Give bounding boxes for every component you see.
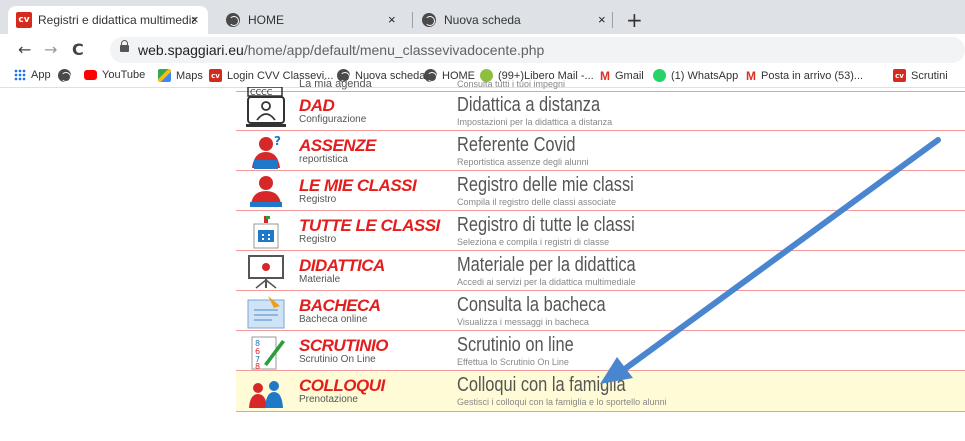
page-content: CCCC La mia agenda Consulta tutti i tuoi…	[0, 78, 965, 441]
menu-subtitle: La mia agenda	[299, 78, 372, 90]
menu-row-assenze[interactable]: ? ASSENZE reportistica Referente Covid R…	[236, 132, 965, 171]
maps-icon	[158, 69, 171, 82]
cvv-icon: cv	[209, 69, 222, 82]
bookmark-label: App	[31, 69, 51, 81]
menu-title: LE MIE CLASSI	[299, 176, 417, 195]
bookmark-label: Maps	[176, 69, 203, 82]
cvv-favicon-icon: cv	[16, 12, 32, 28]
apps-grid-icon	[14, 69, 26, 81]
menu-heading: Scrutinio on line	[457, 334, 574, 356]
bookmark-youtube[interactable]: YouTube	[84, 69, 145, 81]
reload-button[interactable]: C	[72, 40, 84, 59]
new-tab-button[interactable]: +	[626, 8, 643, 32]
menu-title: ASSENZE	[299, 136, 376, 155]
menu-subtitle: Configurazione	[299, 114, 367, 125]
menu-description: Gestisci i colloqui con la famiglia e lo…	[457, 397, 667, 407]
menu-title: BACHECA	[299, 296, 381, 315]
menu-title: COLLOQUI	[299, 376, 385, 395]
lock-icon	[120, 40, 129, 54]
menu-heading: Didattica a distanza	[457, 94, 601, 116]
menu-row-didattica[interactable]: DIDATTICA Materiale Materiale per la did…	[236, 252, 965, 291]
menu-row-bacheca[interactable]: BACHECA Bacheca online Consulta la bache…	[236, 292, 965, 331]
teacher-icon	[246, 174, 288, 210]
presentation-board-icon	[246, 254, 288, 290]
menu-subtitle: Prenotazione	[299, 394, 358, 405]
close-icon[interactable]: ×	[388, 12, 396, 27]
tab-title: HOME	[248, 13, 284, 27]
menu-subtitle: reportistica	[299, 154, 348, 165]
menu-description: Effettua lo Scrutinio On Line	[457, 357, 569, 367]
menu-description: Visualizza i messaggi in bacheca	[457, 317, 589, 327]
school-building-icon	[246, 214, 288, 250]
menu-title: DAD	[299, 96, 335, 115]
menu-row-tutte-le-classi[interactable]: TUTTE LE CLASSI Registro Registro di tut…	[236, 212, 965, 251]
forward-button[interactable]: →	[44, 40, 57, 59]
globe-icon	[422, 13, 436, 27]
bookmark-apps[interactable]: App	[14, 69, 51, 81]
menu-subtitle: Bacheca online	[299, 314, 368, 325]
close-icon[interactable]: ×	[191, 12, 199, 27]
tab-separator	[612, 12, 613, 28]
absence-user-icon: ?	[246, 134, 288, 170]
youtube-icon	[84, 70, 97, 80]
grades-sheet-icon: 8678	[246, 334, 288, 371]
close-icon[interactable]: ×	[598, 12, 606, 27]
menu-subtitle: Materiale	[299, 274, 341, 285]
menu-row-colloqui[interactable]: COLLOQUI Prenotazione Colloqui con la fa…	[236, 372, 965, 412]
menu-title: TUTTE LE CLASSI	[299, 216, 440, 235]
menu-subtitle: Registro	[299, 234, 337, 245]
menu-title: SCRUTINIO	[299, 336, 389, 355]
tab-registri[interactable]: cv Registri e didattica multimediale ×	[8, 6, 208, 34]
url-host: web.spaggiari.eu	[138, 42, 244, 58]
tab-nuova-scheda[interactable]: Nuova scheda ×	[418, 6, 608, 34]
menu-row-scrutinio[interactable]: 8678 SCRUTINIO Scrutinio On Line Scrutin…	[236, 332, 965, 371]
monitor-user-icon	[246, 94, 288, 130]
url-path: /home/app/default/menu_classevivadocente…	[243, 42, 545, 58]
menu-description: Impostazioni per la didattica a distanza	[457, 117, 613, 127]
menu-row-dad[interactable]: DAD Configurazione Didattica a distanza …	[236, 92, 965, 131]
navigation-bar: ← → C web.spaggiari.eu/home/app/default/…	[0, 34, 965, 66]
url-text: web.spaggiari.eu/home/app/default/menu_c…	[138, 42, 544, 58]
bookmark-globe[interactable]	[58, 69, 71, 82]
menu-subtitle: Registro	[299, 194, 337, 205]
address-bar[interactable]: web.spaggiari.eu/home/app/default/menu_c…	[110, 37, 965, 63]
back-button[interactable]: ←	[18, 40, 31, 59]
menu-row-agenda[interactable]: CCCC La mia agenda Consulta tutti i tuoi…	[236, 66, 965, 97]
menu-heading: Colloqui con la famiglia	[457, 374, 626, 396]
menu-description: Reportistica assenze degli alunni	[457, 157, 589, 167]
globe-icon	[58, 69, 71, 82]
menu-description: Accedi ai servizi per la didattica multi…	[457, 277, 636, 287]
menu-description: Seleziona e compila i registri di classe	[457, 237, 610, 247]
svg-text:?: ?	[274, 134, 281, 148]
menu-description: Consulta tutti i tuoi impegni	[457, 79, 566, 89]
tab-separator	[412, 12, 413, 28]
menu-description: Compila il registro delle classi associa…	[457, 197, 617, 207]
menu-heading: Referente Covid	[457, 134, 576, 156]
parents-meeting-icon	[246, 374, 288, 410]
menu-row-le-mie-classi[interactable]: LE MIE CLASSI Registro Registro delle mi…	[236, 172, 965, 211]
tab-title: Nuova scheda	[444, 13, 521, 27]
tab-bar: cv Registri e didattica multimediale × H…	[0, 0, 965, 34]
menu-heading: Registro di tutte le classi	[457, 214, 635, 236]
tab-home[interactable]: HOME ×	[218, 6, 408, 34]
svg-text:8: 8	[255, 362, 260, 370]
noticeboard-icon	[246, 294, 288, 330]
menu-subtitle: Scrutinio On Line	[299, 354, 376, 365]
globe-icon	[226, 13, 240, 27]
menu-heading: Materiale per la didattica	[457, 254, 636, 276]
menu-heading: Consulta la bacheca	[457, 294, 606, 316]
bookmark-maps[interactable]: Maps	[158, 69, 203, 82]
menu-title: DIDATTICA	[299, 256, 385, 275]
tab-title: Registri e didattica multimediale	[38, 13, 196, 27]
bookmark-label: YouTube	[102, 69, 146, 81]
menu-heading: Registro delle mie classi	[457, 174, 634, 196]
